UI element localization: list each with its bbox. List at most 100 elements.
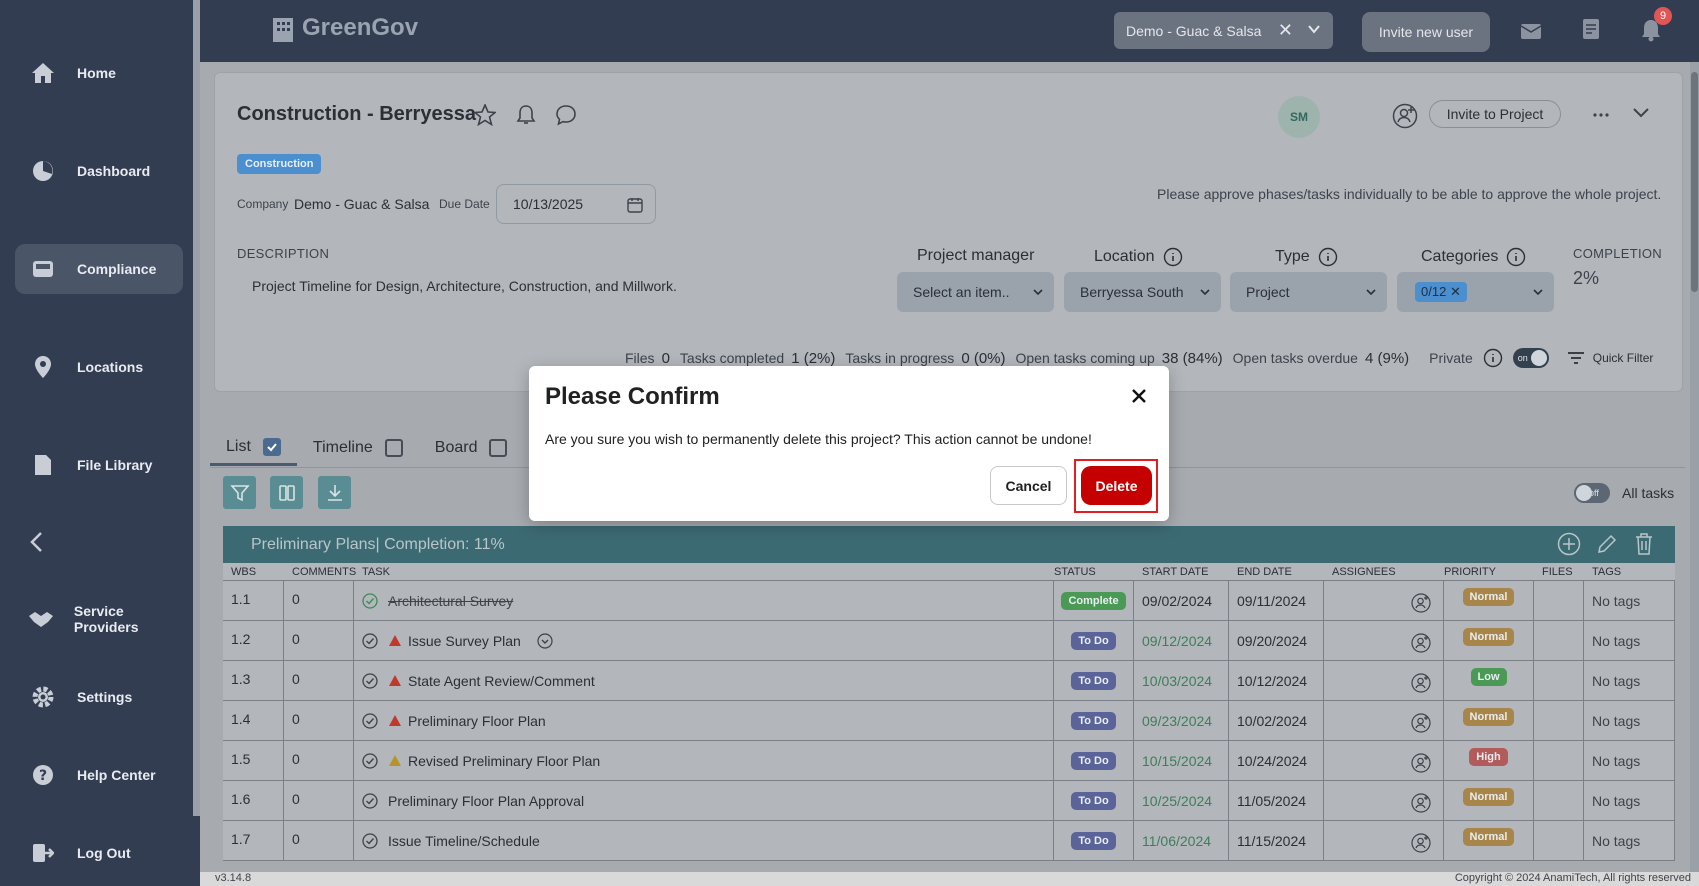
info-icon[interactable]	[1163, 247, 1183, 267]
comments-cell[interactable]: 0	[284, 741, 354, 780]
end-date-cell[interactable]: 10/24/2024	[1229, 741, 1324, 780]
add-user-icon[interactable]	[1411, 593, 1431, 613]
priority-cell[interactable]: Normal	[1444, 621, 1534, 660]
table-row[interactable]: 1.4 0 Preliminary Floor Plan To Do 09/23/202…	[223, 701, 1675, 741]
tab-list[interactable]: List	[210, 430, 297, 466]
column-header[interactable]: FILES	[1534, 563, 1584, 580]
info-icon[interactable]	[1483, 348, 1503, 368]
add-user-icon[interactable]	[1392, 103, 1418, 134]
start-date-cell[interactable]: 10/15/2024	[1134, 741, 1229, 780]
sidebar-item-file-library[interactable]: File Library	[15, 440, 183, 490]
tags-cell[interactable]: No tags	[1584, 781, 1675, 820]
task-cell[interactable]: Preliminary Floor Plan	[354, 701, 1054, 740]
files-cell[interactable]	[1534, 701, 1584, 740]
tab-board[interactable]: Board	[419, 430, 524, 466]
priority-cell[interactable]: Normal	[1444, 821, 1534, 860]
status-cell[interactable]: Complete	[1054, 581, 1134, 620]
calendar-icon[interactable]	[627, 197, 643, 213]
comments-cell[interactable]: 0	[284, 781, 354, 820]
sidebar-item-help-center[interactable]: ? Help Center	[15, 750, 183, 800]
task-cell[interactable]: Preliminary Floor Plan Approval	[354, 781, 1054, 820]
status-cell[interactable]: To Do	[1054, 661, 1134, 700]
files-cell[interactable]	[1534, 781, 1584, 820]
comments-cell[interactable]: 0	[284, 661, 354, 700]
phase-header[interactable]: Preliminary Plans | Completion: 11%	[223, 526, 1675, 563]
column-header[interactable]: COMMENTS	[284, 563, 356, 580]
status-badge[interactable]: Complete	[1061, 591, 1126, 610]
priority-cell[interactable]: Low	[1444, 661, 1534, 700]
status-cell[interactable]: To Do	[1054, 621, 1134, 660]
assignees-cell[interactable]	[1324, 621, 1444, 660]
end-date-cell[interactable]: 11/05/2024	[1229, 781, 1324, 820]
delete-button[interactable]: Delete	[1081, 466, 1152, 505]
invite-to-project-button[interactable]: Invite to Project	[1429, 100, 1561, 128]
status-badge[interactable]: To Do	[1071, 671, 1116, 690]
priority-badge[interactable]: Normal	[1462, 628, 1515, 646]
priority-badge[interactable]: High	[1469, 748, 1508, 766]
priority-badge[interactable]: Normal	[1462, 788, 1515, 806]
status-cell[interactable]: To Do	[1054, 821, 1134, 860]
start-date-cell[interactable]: 11/06/2024	[1134, 821, 1229, 860]
collapse-sidebar-chevron-left-icon[interactable]	[22, 527, 52, 557]
end-date-cell[interactable]: 11/15/2024	[1229, 821, 1324, 860]
comments-cell[interactable]: 0	[284, 581, 354, 620]
tab-timeline[interactable]: Timeline	[297, 430, 419, 466]
priority-badge[interactable]: Normal	[1462, 708, 1515, 726]
column-header[interactable]: TASK	[354, 563, 1054, 580]
task-cell[interactable]: Issue Timeline/Schedule	[354, 821, 1054, 860]
comments-cell[interactable]: 0	[284, 621, 354, 660]
table-row[interactable]: 1.1 0 Architectural Survey Complete 09/02/20…	[223, 581, 1675, 621]
sidebar-scrollbar[interactable]	[193, 0, 200, 816]
table-row[interactable]: 1.5 0 Revised Preliminary Floor Plan To Do 1…	[223, 741, 1675, 781]
filter-button[interactable]	[223, 476, 256, 509]
start-date-cell[interactable]: 10/25/2024	[1134, 781, 1229, 820]
status-badge[interactable]: To Do	[1071, 631, 1116, 650]
assignees-cell[interactable]	[1324, 741, 1444, 780]
status-badge[interactable]: To Do	[1071, 711, 1116, 730]
star-icon[interactable]	[472, 102, 498, 131]
files-cell[interactable]	[1534, 821, 1584, 860]
column-header[interactable]: ASSIGNEES	[1324, 563, 1444, 580]
assignees-cell[interactable]	[1324, 661, 1444, 700]
due-date-field[interactable]: 10/13/2025	[496, 184, 656, 224]
expand-chevron-icon[interactable]	[537, 632, 553, 649]
edit-pencil-icon[interactable]	[1595, 532, 1619, 556]
page-scrollbar[interactable]	[1690, 62, 1699, 872]
check-circle-icon[interactable]	[362, 792, 378, 809]
cancel-button[interactable]: Cancel	[990, 466, 1067, 505]
priority-badge[interactable]: Normal	[1462, 588, 1515, 606]
chevron-down-icon[interactable]	[1307, 22, 1321, 36]
tags-cell[interactable]: No tags	[1584, 581, 1675, 620]
assignees-cell[interactable]	[1324, 821, 1444, 860]
avatar[interactable]: SM	[1278, 96, 1320, 138]
add-user-icon[interactable]	[1411, 673, 1431, 693]
column-header[interactable]: PRIORITY	[1444, 563, 1534, 580]
priority-cell[interactable]: High	[1444, 741, 1534, 780]
status-cell[interactable]: To Do	[1054, 781, 1134, 820]
project-manager-select[interactable]: Select an item..	[897, 272, 1054, 312]
tags-cell[interactable]: No tags	[1584, 701, 1675, 740]
table-row[interactable]: 1.2 0 Issue Survey Plan To Do 09/12/2024 09/2…	[223, 621, 1675, 661]
add-user-icon[interactable]	[1411, 753, 1431, 773]
check-circle-icon[interactable]	[362, 592, 378, 609]
type-select[interactable]: Project	[1230, 272, 1387, 312]
document-icon[interactable]	[1582, 18, 1600, 45]
files-cell[interactable]	[1534, 621, 1584, 660]
comments-cell[interactable]: 0	[284, 701, 354, 740]
tags-cell[interactable]: No tags	[1584, 741, 1675, 780]
more-options-icon[interactable]	[1592, 104, 1610, 131]
info-icon[interactable]	[1318, 247, 1338, 267]
add-user-icon[interactable]	[1411, 633, 1431, 653]
start-date-cell[interactable]: 09/23/2024	[1134, 701, 1229, 740]
info-icon[interactable]	[1506, 247, 1526, 267]
sidebar-item-settings[interactable]: Settings	[15, 672, 183, 722]
status-cell[interactable]: To Do	[1054, 701, 1134, 740]
sidebar-item-dashboard[interactable]: Dashboard	[15, 146, 183, 196]
sidebar-item-service-providers[interactable]: Service Providers	[15, 594, 183, 644]
assignees-cell[interactable]	[1324, 581, 1444, 620]
end-date-cell[interactable]: 10/12/2024	[1229, 661, 1324, 700]
quick-filter-button[interactable]: Quick Filter	[1567, 351, 1653, 365]
start-date-cell[interactable]: 10/03/2024	[1134, 661, 1229, 700]
sidebar-item-locations[interactable]: Locations	[15, 342, 183, 392]
status-badge[interactable]: To Do	[1071, 831, 1116, 850]
